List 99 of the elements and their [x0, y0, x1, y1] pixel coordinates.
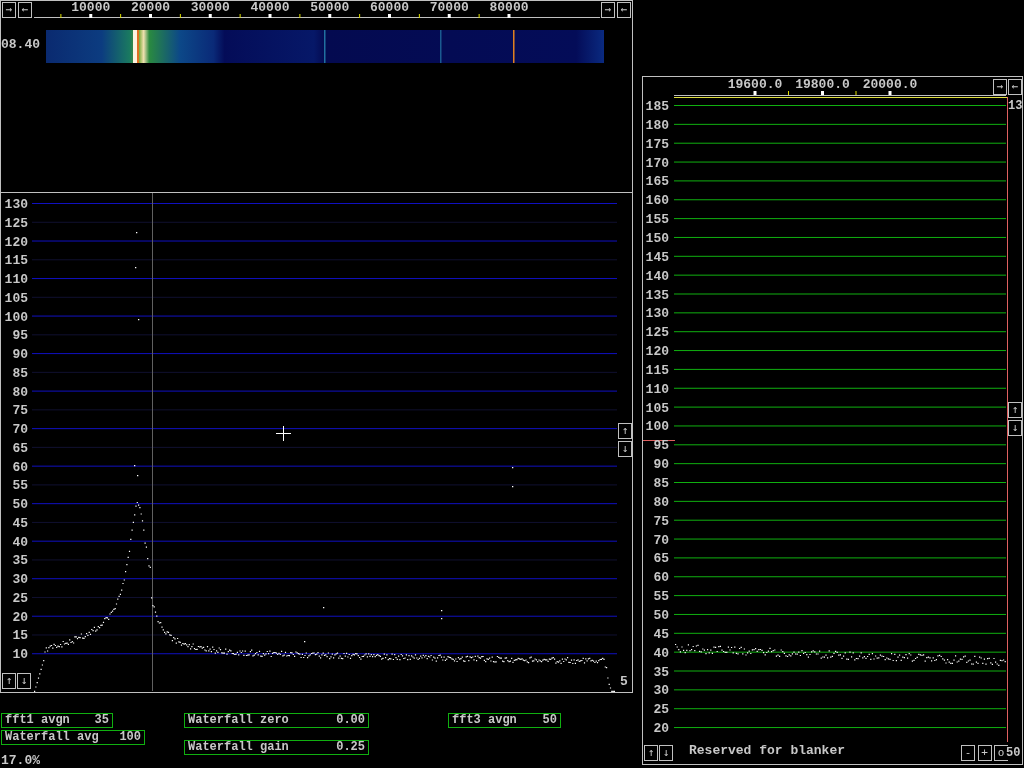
axis-label: 110 — [4, 272, 28, 288]
axis-label: 19600.0 — [727, 77, 783, 92]
axis-label: 30000 — [190, 0, 230, 15]
axis-label: 60 — [653, 570, 669, 586]
down-arrow-button[interactable]: ↓ — [659, 745, 673, 761]
parameter-field[interactable]: fft3 avgn 50 — [448, 713, 561, 728]
up-arrow-button[interactable]: ↑ — [2, 673, 16, 689]
time-label: 08.40 — [1, 38, 40, 52]
axis-label: 20 — [653, 721, 669, 737]
axis-label: 40000 — [250, 0, 290, 15]
axis-label: 180 — [645, 117, 669, 133]
axis-label: 115 — [4, 253, 28, 269]
axis-label: 175 — [645, 136, 669, 152]
parameter-field[interactable]: Waterfall gain 0.25 — [184, 740, 369, 755]
threshold-marker — [643, 440, 675, 441]
axis-label: 45 — [653, 626, 669, 642]
axis-label: 155 — [645, 212, 669, 228]
axis-label: 135 — [645, 287, 669, 303]
axis-label: 185 — [645, 99, 669, 114]
axis-label: 50000 — [310, 0, 350, 15]
axis-label: 150 — [645, 230, 669, 246]
gain-button[interactable]: + — [977, 745, 992, 761]
axis-label: 35 — [12, 553, 28, 569]
axis-label: 100 — [645, 419, 669, 435]
axis-label: 20000.0 — [862, 77, 918, 92]
axis-label: 70000 — [429, 0, 469, 15]
axis-label: 95 — [653, 438, 669, 454]
axis-label: 130 — [4, 197, 28, 212]
axis-label: 70 — [12, 422, 28, 438]
axis-label: 25 — [12, 590, 28, 606]
axis-label: 65 — [653, 551, 669, 567]
axis-label: 75 — [653, 513, 669, 529]
axis-label: 35 — [653, 664, 669, 680]
axis-label: 50 — [653, 607, 669, 623]
gain-value: 50 — [1006, 746, 1021, 760]
up-arrow-button[interactable]: ↑ — [1008, 402, 1022, 418]
axis-label: 40 — [12, 534, 28, 550]
axis-label: 125 — [4, 215, 28, 231]
axis-label: 165 — [645, 174, 669, 190]
axis-label: 20000 — [131, 0, 170, 15]
axis-label: 110 — [645, 381, 669, 397]
axis-label: 15 — [12, 628, 28, 644]
axis-label: 125 — [645, 325, 669, 341]
axis-label: 40 — [653, 645, 669, 661]
up-arrow-button[interactable]: ↑ — [644, 745, 658, 761]
axis-label: 10000 — [71, 0, 111, 15]
axis-label: 120 — [645, 344, 669, 360]
status-text: 17.0% — [1, 754, 40, 768]
down-arrow-button[interactable]: ↓ — [17, 673, 31, 689]
axis-label: 145 — [645, 249, 669, 265]
right-arrow-button[interactable]: → — [2, 2, 16, 18]
axis-label: 100 — [4, 309, 28, 325]
scale-label: 5 — [620, 675, 628, 689]
blanker-label: Reserved for blanker — [689, 744, 846, 758]
axis-label: 30 — [12, 572, 28, 588]
axis-label: 50 — [12, 497, 28, 513]
axis-label: 65 — [12, 440, 28, 456]
axis-label: 85 — [12, 365, 28, 381]
axis-label: 55 — [653, 589, 669, 605]
right-arrow-button[interactable]: → — [601, 2, 615, 18]
right-arrow-button[interactable]: → — [993, 79, 1007, 95]
axis-label: 20 — [12, 609, 28, 625]
up-arrow-button[interactable]: ↑ — [618, 423, 632, 439]
axis-label: 170 — [645, 155, 669, 171]
gain-button[interactable]: - — [961, 745, 975, 761]
parameter-field[interactable]: fft1 avgn 35 — [1, 713, 113, 728]
parameter-field[interactable]: Waterfall zero 0.00 — [184, 713, 369, 728]
axis-label: 80 — [12, 384, 28, 400]
axis-label: 19800.0 — [795, 77, 850, 92]
left-arrow-button[interactable]: ← — [18, 2, 32, 18]
axis-label: 60 — [12, 459, 28, 475]
axis-label: 90 — [653, 457, 669, 473]
axis-label: 140 — [645, 268, 669, 284]
gain-button[interactable]: o — [994, 745, 1008, 761]
axis-label: 120 — [4, 234, 28, 250]
left-arrow-button[interactable]: ← — [1008, 79, 1022, 95]
axis-label: 85 — [653, 476, 669, 491]
axis-label: 105 — [4, 290, 28, 306]
left-arrow-button[interactable]: ← — [617, 2, 631, 18]
down-arrow-button[interactable]: ↓ — [1008, 420, 1022, 436]
down-arrow-button[interactable]: ↓ — [618, 441, 632, 457]
axis-label: 30 — [653, 683, 669, 699]
axis-label: 105 — [645, 400, 669, 416]
axis-label: 130 — [645, 306, 669, 322]
axis-label: 75 — [12, 403, 28, 419]
axis-label: 80000 — [489, 0, 529, 15]
crosshair-cursor — [276, 426, 291, 441]
axis-label: 115 — [645, 362, 669, 378]
axis-label: 160 — [645, 193, 669, 209]
parameter-field[interactable]: Waterfall avg 100 — [1, 730, 145, 745]
axis-label: 55 — [12, 478, 28, 494]
axis-label: 80 — [653, 494, 669, 510]
axis-label: 25 — [653, 702, 669, 718]
axis-label: 60000 — [370, 0, 409, 15]
axis-label: 90 — [12, 347, 28, 363]
axis-label: 70 — [653, 532, 669, 548]
axis-label: 95 — [12, 328, 28, 344]
axis-label: 45 — [12, 515, 28, 531]
axis-label: 10 — [12, 647, 28, 663]
